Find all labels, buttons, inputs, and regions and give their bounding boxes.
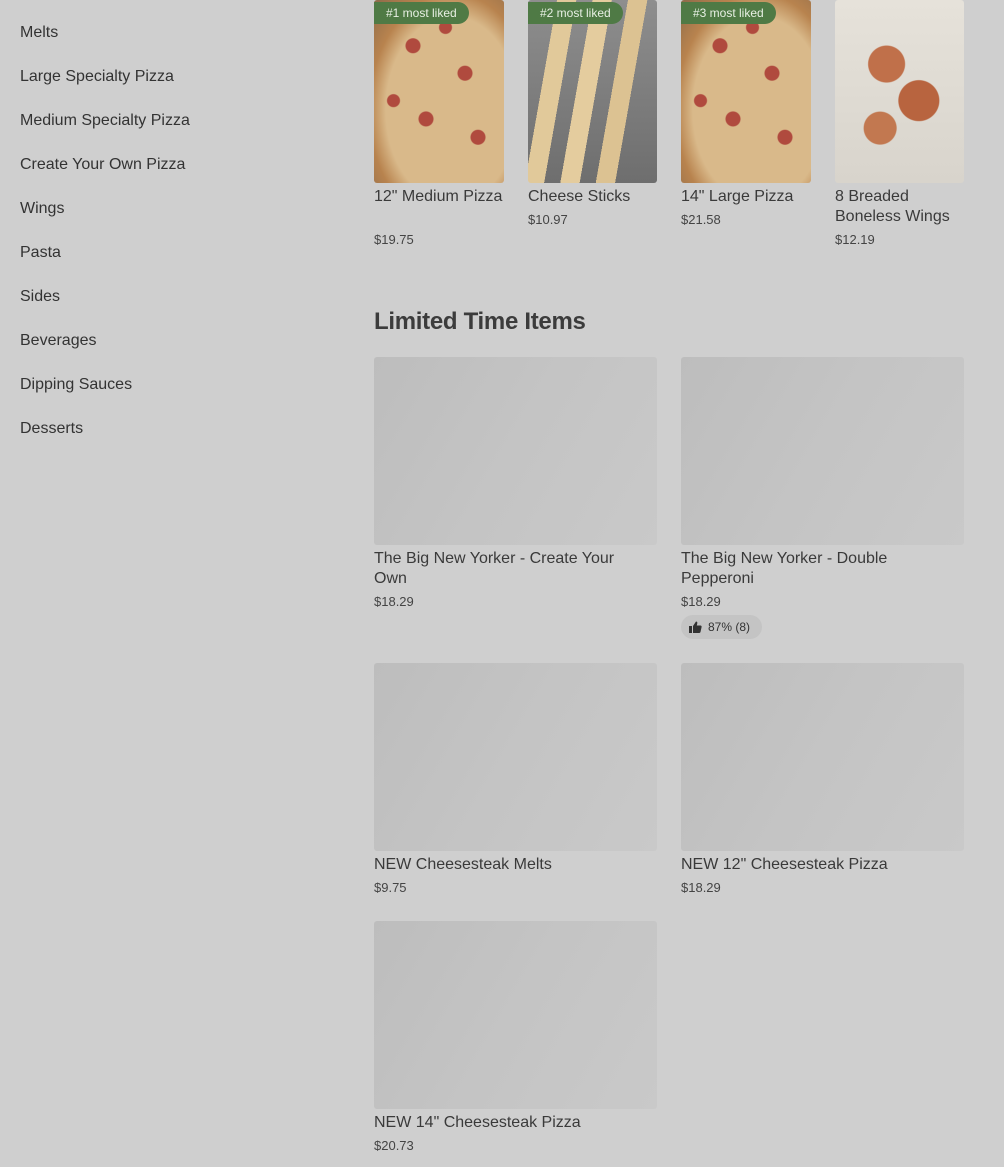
item-title[interactable]: NEW Cheesesteak Melts (374, 855, 644, 875)
item-price: $19.75 (374, 232, 414, 247)
sidebar-item-beverages[interactable]: Beverages (20, 332, 97, 350)
most-liked-badge: #3 most liked (681, 2, 776, 24)
section-title: Limited Time Items (374, 308, 586, 335)
item-price: $21.58 (681, 212, 721, 227)
item-title[interactable]: 14" Large Pizza (681, 187, 821, 207)
large-pizza-image[interactable]: #3 most liked (681, 0, 811, 183)
sidebar-item-dipping-sauces[interactable]: Dipping Sauces (20, 376, 132, 394)
medium-pizza-image[interactable]: #1 most liked (374, 0, 504, 183)
item-title[interactable]: The Big New Yorker - Create Your Own (374, 549, 644, 589)
item-price: $9.75 (374, 880, 407, 895)
item-price: $18.29 (374, 594, 414, 609)
item-title[interactable]: NEW 12" Cheesesteak Pizza (681, 855, 951, 875)
cheese-sticks-image[interactable]: #2 most liked (528, 0, 657, 183)
item-image-placeholder[interactable] (374, 921, 657, 1109)
item-image-placeholder[interactable] (681, 357, 964, 545)
item-price: $20.73 (374, 1138, 414, 1153)
thumbs-up-icon (689, 621, 702, 633)
item-price: $18.29 (681, 880, 721, 895)
item-title[interactable]: The Big New Yorker - Double Pepperoni (681, 549, 951, 589)
item-title[interactable]: NEW 14" Cheesesteak Pizza (374, 1113, 644, 1133)
sidebar-item-wings[interactable]: Wings (20, 200, 64, 218)
item-image-placeholder[interactable] (374, 663, 657, 851)
item-title[interactable]: 12" Medium Pizza (374, 187, 504, 207)
most-liked-badge: #1 most liked (374, 2, 469, 24)
sidebar-item-pasta[interactable]: Pasta (20, 244, 61, 262)
sidebar-item-create-your-own-pizza[interactable]: Create Your Own Pizza (20, 156, 185, 174)
sidebar-item-desserts[interactable]: Desserts (20, 420, 83, 438)
boneless-wings-image[interactable] (835, 0, 964, 183)
sidebar-item-sides[interactable]: Sides (20, 288, 60, 306)
item-price: $18.29 (681, 594, 721, 609)
most-liked-badge: #2 most liked (528, 2, 623, 24)
item-image-placeholder[interactable] (681, 663, 964, 851)
item-price: $10.97 (528, 212, 568, 227)
sidebar-item-medium-specialty-pizza[interactable]: Medium Specialty Pizza (20, 112, 190, 130)
item-price: $12.19 (835, 232, 875, 247)
rating-text: 87% (8) (708, 620, 751, 634)
item-title[interactable]: 8 Breaded Boneless Wings (835, 187, 965, 227)
rating-badge: 87% (8) (681, 615, 762, 639)
sidebar-item-melts[interactable]: Melts (20, 24, 58, 42)
item-title[interactable]: Cheese Sticks (528, 187, 668, 207)
item-image-placeholder[interactable] (374, 357, 657, 545)
sidebar-item-large-specialty-pizza[interactable]: Large Specialty Pizza (20, 68, 174, 86)
